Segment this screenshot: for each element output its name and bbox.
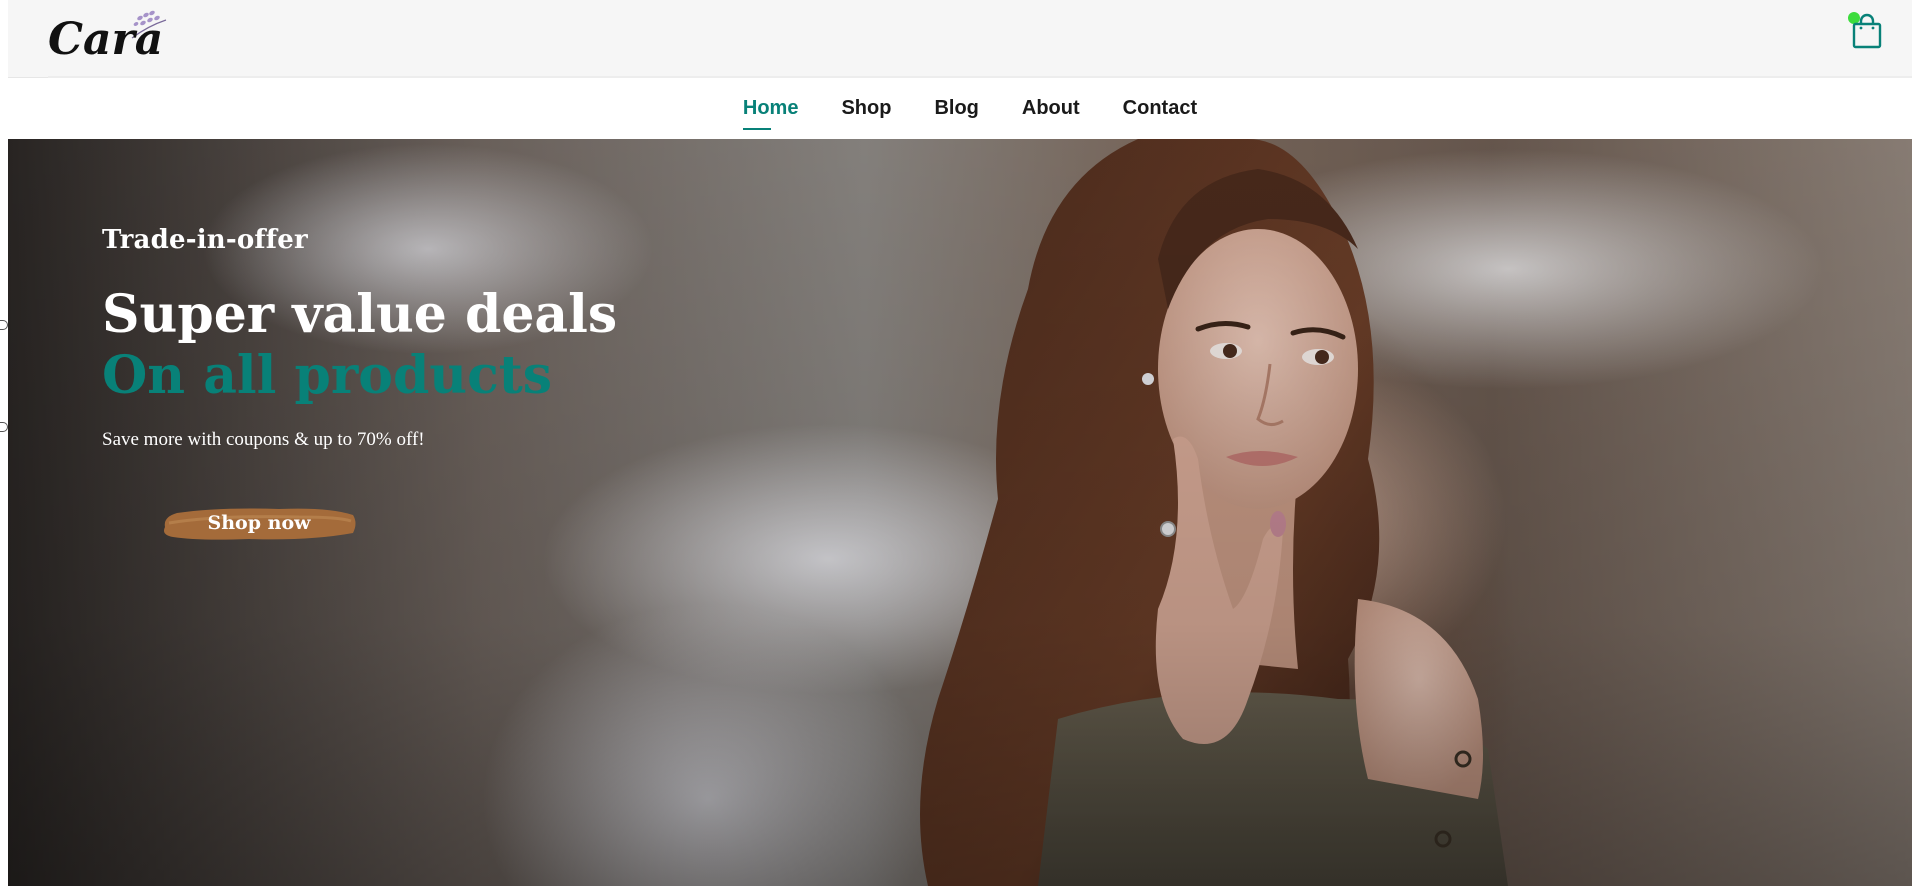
hero-headline-accent: On all products bbox=[102, 345, 553, 406]
nav-item-blog[interactable]: Blog bbox=[934, 91, 978, 126]
nav-item-home[interactable]: Home bbox=[742, 91, 798, 130]
hero-content: Trade-in-offer Super value deals On all … bbox=[102, 225, 802, 540]
nav-item-contact[interactable]: Contact bbox=[1123, 91, 1197, 126]
hero-banner: Trade-in-offer Super value deals On all … bbox=[8, 139, 1912, 886]
logo-text: Cara bbox=[48, 14, 163, 65]
hero-headline: Super value deals bbox=[102, 284, 618, 345]
hero-subtitle: Trade-in-offer bbox=[102, 225, 308, 255]
side-handle bbox=[0, 320, 8, 330]
shop-now-button[interactable]: Shop now bbox=[159, 499, 359, 547]
nav-item-about[interactable]: About bbox=[1022, 91, 1080, 126]
nav-item-shop[interactable]: Shop bbox=[841, 91, 891, 126]
shop-now-label: Shop now bbox=[207, 512, 311, 534]
site-header: Cara bbox=[8, 0, 1912, 78]
hero-description: Save more with coupons & up to 70% off! bbox=[102, 429, 425, 450]
left-gutter bbox=[0, 0, 8, 886]
side-handle bbox=[0, 422, 8, 432]
page: Cara Home Shop Blog About Contact Trade-… bbox=[8, 0, 1912, 886]
shopping-bag-icon[interactable] bbox=[1850, 12, 1884, 50]
scrollbar-track[interactable] bbox=[1912, 0, 1920, 886]
main-navigation: Home Shop Blog About Contact bbox=[8, 78, 1912, 139]
brand-logo[interactable]: Cara bbox=[48, 8, 178, 66]
nav-list: Home Shop Blog About Contact bbox=[8, 78, 1912, 139]
